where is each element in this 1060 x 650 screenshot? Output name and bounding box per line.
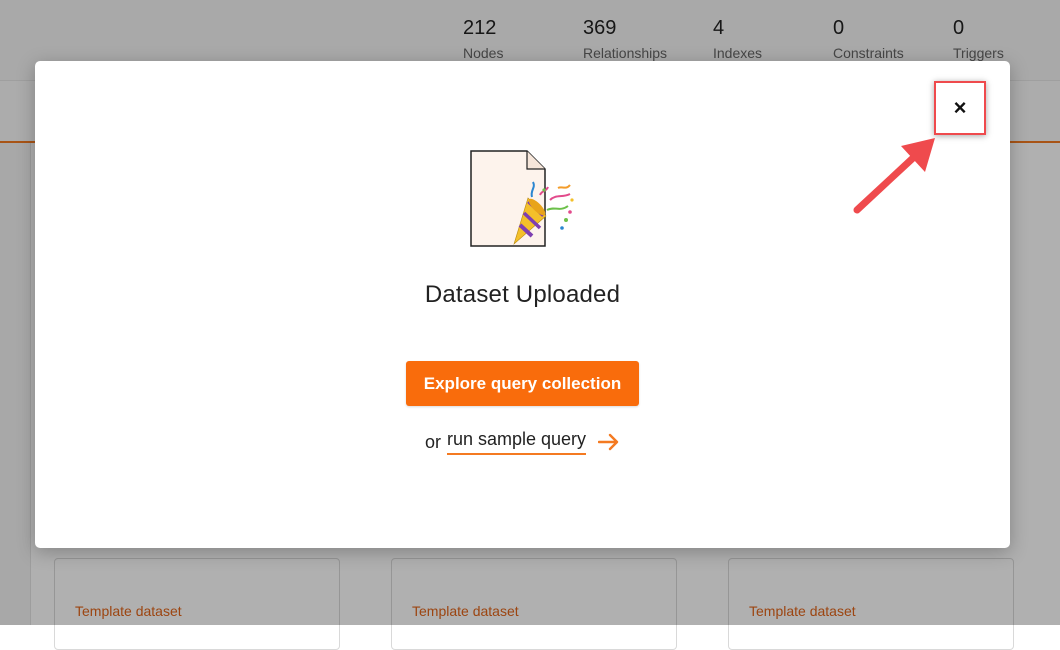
annotation-arrow-icon <box>853 138 935 214</box>
sample-query-row: or run sample query <box>35 429 1010 455</box>
close-icon: × <box>953 95 967 120</box>
run-sample-query-link[interactable]: run sample query <box>446 429 587 455</box>
close-button[interactable]: × <box>934 81 986 135</box>
file-party-popper-icon <box>470 150 574 247</box>
explore-query-collection-button[interactable]: Explore query collection <box>406 361 639 406</box>
modal-title: Dataset Uploaded <box>424 281 621 308</box>
arrow-right-icon[interactable] <box>598 433 620 451</box>
or-text: or <box>424 431 441 452</box>
